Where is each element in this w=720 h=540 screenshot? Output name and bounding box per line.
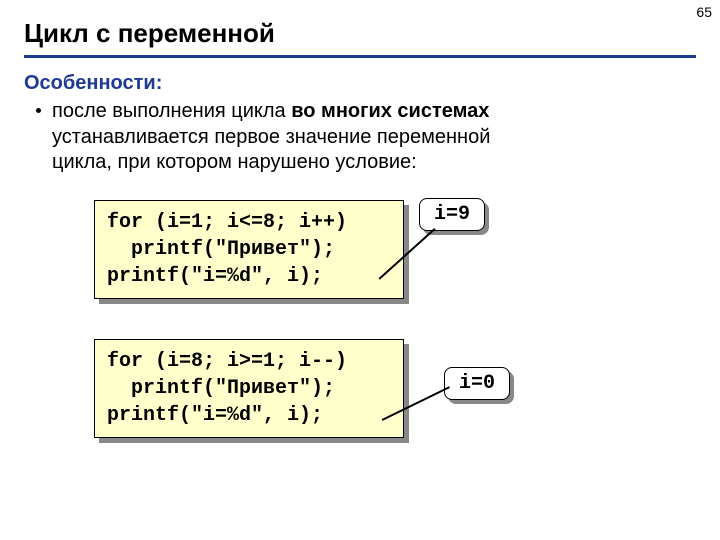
bullet-text-bold: во многих системах <box>291 100 489 122</box>
slide-content: Цикл с переменной Особенности: после вып… <box>0 0 720 438</box>
code-examples: for (i=1; i<=8; i++) printf("Привет"); p… <box>94 200 696 438</box>
bullet-item: после выполнения цикла во многих система… <box>52 99 696 176</box>
code-block: for (i=1; i<=8; i++) printf("Привет"); p… <box>94 200 404 299</box>
result-callout-2: i=0 <box>444 367 510 400</box>
bullet-dot-icon <box>36 108 41 113</box>
result-box: i=0 <box>444 367 510 400</box>
title-underline <box>24 55 696 58</box>
result-box: i=9 <box>419 198 485 231</box>
code-example-1: for (i=1; i<=8; i++) printf("Привет"); p… <box>94 200 696 299</box>
code-block: for (i=8; i>=1; i--) printf("Привет"); p… <box>94 339 404 438</box>
section-subtitle: Особенности: <box>24 72 696 95</box>
slide-title: Цикл с переменной <box>24 18 696 55</box>
page-number: 65 <box>696 4 712 20</box>
bullet-text-line3: цикла, при котором нарушено условие: <box>52 151 417 173</box>
code-example-2: for (i=8; i>=1; i--) printf("Привет"); p… <box>94 339 696 438</box>
result-callout-1: i=9 <box>419 198 485 231</box>
bullet-text-line2: устанавливается первое значение переменн… <box>52 126 490 148</box>
bullet-text-part1: после выполнения цикла <box>52 100 291 122</box>
